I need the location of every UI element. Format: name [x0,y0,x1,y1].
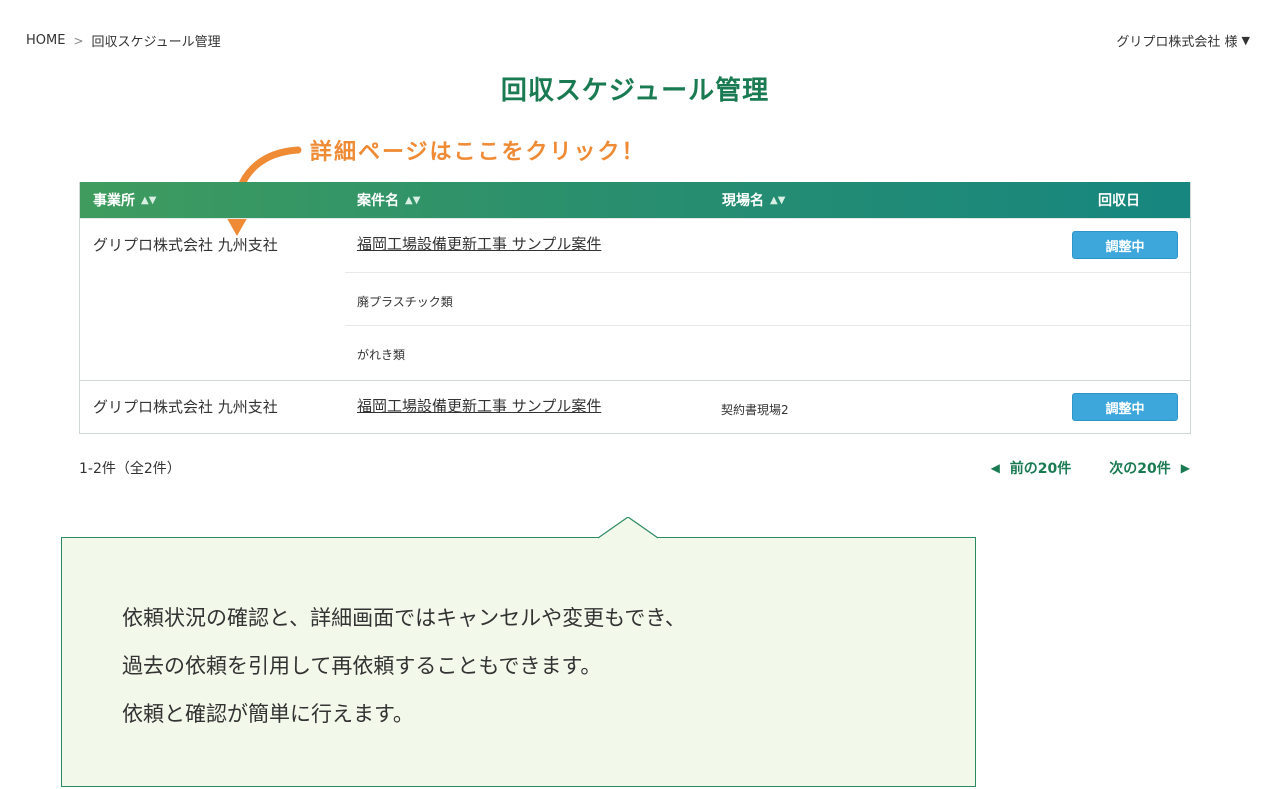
callout-text: 詳細ページはここをクリック！ [310,140,646,165]
caret-down-icon[interactable]: ▼ [1242,34,1250,47]
column-header-date: 回収日 [1098,193,1140,209]
sort-icon[interactable]: ▲▼ [405,195,420,206]
case-subrow: 福岡工場設備更新工事 サンプル案件 契約書現場2 調整中 [345,381,1190,434]
page-title: 回収スケジュール管理 [500,76,770,106]
office-cell: グリプロ株式会社 九州支社 [93,398,278,416]
prev-page-link[interactable]: ◀ 前の20件 [991,458,1072,478]
status-badge[interactable]: 調整中 [1072,393,1178,421]
info-text: 依頼状況の確認と、詳細画面ではキャンセルや変更もでき、 過去の依頼を引用して再依… [122,594,686,738]
breadcrumb-separator: > [73,33,84,48]
prev-page-label[interactable]: 前の20件 [1010,458,1071,478]
info-line: 依頼状況の確認と、詳細画面ではキャンセルや変更もでき、 [122,606,686,630]
column-header-office[interactable]: 事業所 ▲▼ [93,182,156,218]
column-header-site[interactable]: 現場名 ▲▼ [722,182,785,218]
table-header: 事業所 ▲▼ 案件名 ▲▼ 現場名 ▲▼ 回収日 [80,182,1190,218]
table-row: グリプロ株式会社 九州支社 福岡工場設備更新工事 サンプル案件 調整中 廃プラス… [80,218,1190,380]
site-cell: 契約書現場2 [721,403,789,417]
next-page-label[interactable]: 次の20件 [1109,458,1170,478]
waste-subrow: 廃プラスチック類 [345,272,1190,325]
user-name[interactable]: グリプロ株式会社 様 [1116,31,1237,50]
office-cell: グリプロ株式会社 九州支社 [93,236,278,254]
sort-icon[interactable]: ▲▼ [770,195,785,206]
waste-type-label: 廃プラスチック類 [357,295,453,309]
case-link[interactable]: 福岡工場設備更新工事 サンプル案件 [357,233,601,254]
speech-notch-icon [598,517,658,539]
waste-type-label: がれき類 [357,348,406,362]
info-line: 依頼と確認が簡単に行えます。 [122,702,414,726]
info-box: 依頼状況の確認と、詳細画面ではキャンセルや変更もでき、 過去の依頼を引用して再依… [61,537,976,787]
info-line: 過去の依頼を引用して再依頼することもできます。 [122,654,602,678]
triangle-right-icon: ▶ [1180,461,1190,475]
page: HOME > 回収スケジュール管理 グリプロ株式会社 様 ▼ 回収スケジュール管… [0,0,1270,789]
result-count: 1-2件（全2件） [79,461,181,477]
sort-icon[interactable]: ▲▼ [141,195,156,206]
breadcrumb: HOME > 回収スケジュール管理 [26,31,221,50]
next-page-link[interactable]: 次の20件 ▶ [1109,458,1190,478]
column-header-case[interactable]: 案件名 ▲▼ [357,182,420,218]
triangle-left-icon: ◀ [990,461,1000,475]
user-menu[interactable]: グリプロ株式会社 様 ▼ [1116,31,1250,50]
waste-subrow: がれき類 [345,325,1190,378]
schedule-table: 事業所 ▲▼ 案件名 ▲▼ 現場名 ▲▼ 回収日 グリプロ株式会社 九州支社 福… [79,182,1191,434]
breadcrumb-home[interactable]: HOME [26,33,65,48]
case-subrow: 福岡工場設備更新工事 サンプル案件 調整中 [345,219,1190,272]
pager: ◀ 前の20件 次の20件 ▶ [991,458,1190,478]
case-link[interactable]: 福岡工場設備更新工事 サンプル案件 [357,395,601,416]
table-row: グリプロ株式会社 九州支社 福岡工場設備更新工事 サンプル案件 契約書現場2 調… [80,380,1190,433]
status-badge[interactable]: 調整中 [1072,231,1178,259]
breadcrumb-current: 回収スケジュール管理 [91,35,221,50]
